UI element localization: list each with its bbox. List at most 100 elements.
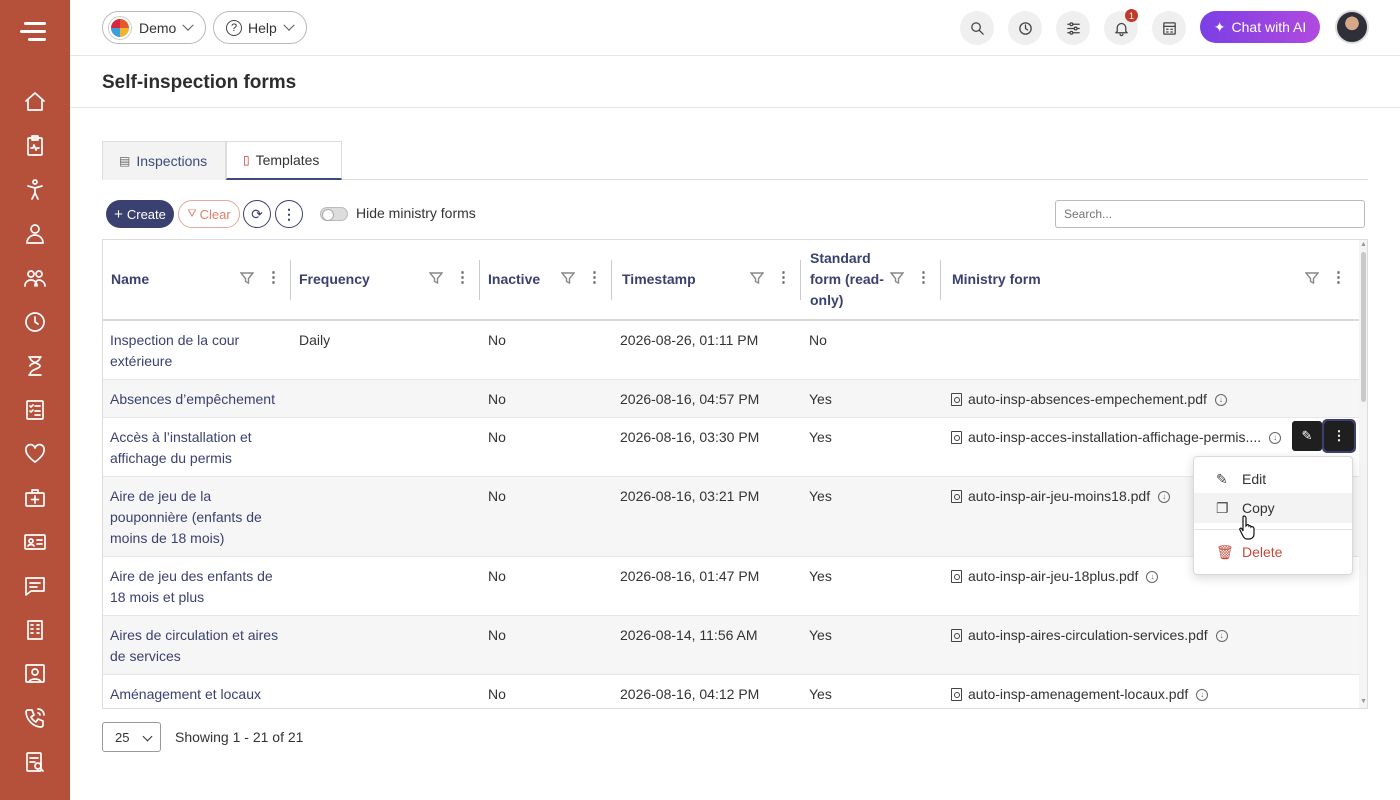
column-header-inactive[interactable]: Inactive ⋮: [480, 240, 612, 319]
ministry-file-link[interactable]: auto-insp-absences-empechement.pdf: [968, 389, 1207, 410]
filter-icon[interactable]: [239, 271, 255, 285]
ministry-file-link[interactable]: auto-insp-amenagement-locaux.pdf: [968, 684, 1188, 705]
download-icon[interactable]: ↓: [1158, 490, 1171, 503]
table-row[interactable]: Absences d’empêchement No 2026-08-16, 04…: [103, 380, 1359, 418]
cell-ministry-form: auto-insp-air-jeu-moins18.pdf ↓: [951, 486, 1171, 507]
more-options-button[interactable]: ⋮: [275, 200, 303, 228]
cell-name[interactable]: Aire de jeu de la pouponnière (enfants d…: [110, 486, 275, 549]
scroll-down-icon[interactable]: ▼: [1360, 698, 1367, 705]
cell-standard: Yes: [809, 429, 832, 445]
scroll-up-icon[interactable]: ▲: [1360, 241, 1367, 248]
cell-name[interactable]: Inspection de la cour extérieure: [110, 330, 280, 372]
settings-sliders-button[interactable]: [1056, 11, 1090, 45]
kebab-icon[interactable]: ⋮: [776, 270, 791, 285]
id-card-icon[interactable]: [22, 529, 48, 555]
filter-icon[interactable]: [560, 271, 576, 285]
menu-divider: [1194, 529, 1352, 530]
vertical-scrollbar[interactable]: ▲ ▼: [1359, 240, 1367, 708]
scrollbar-thumb[interactable]: [1361, 252, 1366, 402]
column-header-frequency[interactable]: Frequency ⋮: [291, 240, 480, 319]
calculator-button[interactable]: [1152, 11, 1186, 45]
cell-name[interactable]: Accès à l’installation et affichage du p…: [110, 427, 270, 469]
kebab-icon[interactable]: ⋮: [587, 270, 602, 285]
cell-name[interactable]: Aire de jeu des enfants de 18 mois et pl…: [110, 566, 280, 608]
chat-with-ai-button[interactable]: ✦ Chat with AI: [1200, 11, 1320, 43]
org-selector[interactable]: Demo: [102, 11, 206, 44]
column-header-standard-form[interactable]: Standard form (read-only) ⋮: [801, 240, 941, 319]
clipboard-icon[interactable]: [22, 133, 48, 159]
ministry-file-link[interactable]: auto-insp-aires-circulation-services.pdf: [968, 625, 1208, 646]
download-icon[interactable]: ↓: [1215, 629, 1228, 642]
row-menu-button[interactable]: ⋮: [1322, 419, 1356, 453]
cell-timestamp: 2026-08-16, 04:12 PM: [620, 686, 760, 702]
phone-icon[interactable]: [22, 705, 48, 731]
home-icon[interactable]: [22, 89, 48, 115]
hourglass-icon[interactable]: [22, 353, 48, 379]
cell-name[interactable]: Aménagement et locaux: [110, 684, 300, 705]
refresh-button[interactable]: ⟳: [243, 200, 271, 228]
cell-name[interactable]: Aires de circulation et aires de service…: [110, 625, 285, 667]
tab-inspections[interactable]: ▤ Inspections: [102, 141, 226, 180]
pdf-file-icon: [951, 490, 962, 503]
group-icon[interactable]: [22, 265, 48, 291]
menu-item-edit[interactable]: ✎ Edit: [1194, 464, 1352, 494]
clock-icon[interactable]: [22, 309, 48, 335]
kebab-icon: ⋮: [1332, 428, 1346, 443]
cell-inactive: No: [488, 391, 506, 407]
history-button[interactable]: [1008, 11, 1042, 45]
cell-ministry-form: auto-insp-acces-installation-affichage-p…: [951, 427, 1282, 448]
filter-icon[interactable]: [1304, 271, 1320, 285]
help-menu[interactable]: ? Help: [213, 11, 307, 44]
heart-icon[interactable]: [22, 441, 48, 467]
staff-icon[interactable]: [22, 221, 48, 247]
ministry-file-link[interactable]: auto-insp-acces-installation-affichage-p…: [968, 427, 1261, 448]
ministry-file-link[interactable]: auto-insp-air-jeu-18plus.pdf: [968, 566, 1138, 587]
filter-icon[interactable]: [428, 271, 444, 285]
menu-item-delete[interactable]: 🗑 Delete: [1194, 537, 1352, 567]
building-icon[interactable]: [22, 617, 48, 643]
kebab-icon[interactable]: ⋮: [916, 270, 931, 285]
avatar[interactable]: [1335, 10, 1369, 44]
table-row[interactable]: Aire de jeu de la pouponnière (enfants d…: [103, 477, 1359, 557]
filter-icon[interactable]: [749, 271, 765, 285]
search-input[interactable]: [1055, 200, 1365, 228]
download-icon[interactable]: ↓: [1196, 688, 1209, 701]
page-size-select[interactable]: 25: [102, 722, 161, 752]
cell-standard: No: [809, 332, 827, 348]
table-row[interactable]: Inspection de la cour extérieure Daily N…: [103, 321, 1359, 380]
filter-icon[interactable]: [889, 271, 905, 285]
download-icon[interactable]: ↓: [1214, 393, 1227, 406]
hand-cursor-icon: [1239, 515, 1255, 540]
table-row[interactable]: Aires de circulation et aires de service…: [103, 616, 1359, 675]
menu-toggle-icon[interactable]: [20, 18, 50, 44]
report-icon[interactable]: [22, 749, 48, 775]
download-icon[interactable]: ↓: [1269, 431, 1282, 444]
bell-icon: [1114, 22, 1128, 36]
checklist-icon[interactable]: [22, 397, 48, 423]
notifications-button[interactable]: 1: [1104, 9, 1138, 45]
contact-icon[interactable]: [22, 661, 48, 687]
cell-name[interactable]: Absences d’empêchement: [110, 389, 300, 410]
kebab-icon[interactable]: ⋮: [266, 270, 281, 285]
table-row[interactable]: Aménagement et locaux No 2026-08-16, 04:…: [103, 675, 1359, 708]
hide-ministry-forms-toggle[interactable]: [320, 207, 348, 221]
ministry-file-link[interactable]: auto-insp-air-jeu-moins18.pdf: [968, 486, 1150, 507]
table-row[interactable]: Aire de jeu des enfants de 18 mois et pl…: [103, 557, 1359, 616]
column-header-ministry-form[interactable]: Ministry form ⋮: [941, 240, 1356, 319]
download-icon[interactable]: ↓: [1146, 570, 1159, 583]
kebab-icon[interactable]: ⋮: [1331, 270, 1346, 285]
column-header-timestamp[interactable]: Timestamp ⋮: [612, 240, 801, 319]
top-bar: Demo ? Help 1 ✦ Chat with AI: [70, 0, 1400, 56]
clear-filters-button[interactable]: ⛛ Clear: [178, 200, 240, 228]
edit-row-button[interactable]: ✎: [1292, 421, 1322, 451]
chat-icon[interactable]: [22, 573, 48, 599]
column-header-name[interactable]: Name ⋮: [103, 240, 291, 319]
kebab-icon[interactable]: ⋮: [455, 270, 470, 285]
create-button[interactable]: + Create: [106, 200, 174, 228]
search-button[interactable]: [960, 11, 994, 45]
table-row[interactable]: Accès à l’installation et affichage du p…: [103, 418, 1359, 477]
tab-templates[interactable]: ▯ Templates: [226, 141, 342, 180]
menu-item-copy[interactable]: ❐ Copy: [1194, 493, 1352, 523]
child-icon[interactable]: [22, 177, 48, 203]
medkit-icon[interactable]: [22, 485, 48, 511]
